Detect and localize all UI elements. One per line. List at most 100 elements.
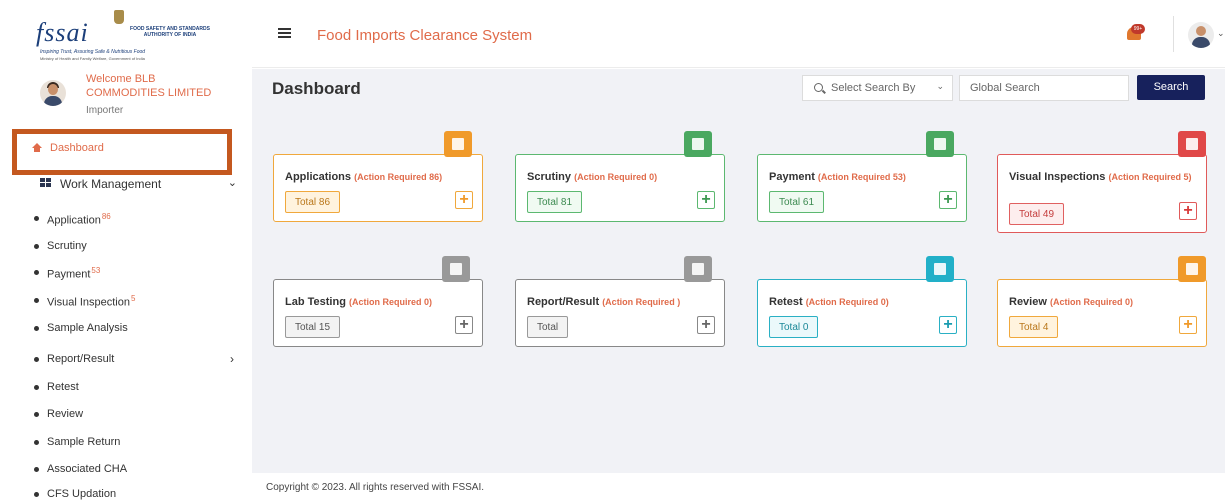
add-report-result-button[interactable]: +: [697, 316, 715, 334]
main-content: Dashboard Select Search By ⌄ Search Appl…: [252, 69, 1225, 473]
action-required: (Action Required 5): [1108, 172, 1192, 182]
card-lab-testing[interactable]: Lab Testing (Action Required 0) Total 15…: [273, 256, 483, 347]
sidebar-item-application[interactable]: Application86: [34, 210, 244, 228]
add-review-button[interactable]: +: [1179, 316, 1197, 334]
sidebar-item-work-management[interactable]: Work Management ⌄: [38, 174, 243, 194]
logo-wordmark: fssai: [36, 18, 89, 47]
action-required: (Action Required 86): [354, 172, 443, 182]
card-scrutiny[interactable]: Scrutiny (Action Required 0) Total 81 +: [515, 131, 725, 222]
card-retest[interactable]: Retest (Action Required 0) Total 0 +: [757, 256, 967, 347]
sidebar-item-label: Payment: [47, 268, 91, 281]
sidebar-item-label: Dashboard: [50, 142, 104, 154]
clipboard-icon: [926, 256, 954, 282]
emblem-icon: [114, 10, 124, 24]
card-applications[interactable]: Applications (Action Required 86) Total …: [273, 131, 483, 222]
count-badge: 53: [91, 266, 101, 275]
sidebar-item-label: Scrutiny: [47, 240, 87, 252]
sidebar-item-report-result[interactable]: Report/Result ›: [34, 351, 244, 369]
sidebar-item-label: Sample Analysis: [47, 322, 128, 334]
notification-badge: 99+: [1131, 24, 1145, 34]
gavel-icon: [1178, 256, 1206, 282]
card-title: Payment (Action Required 53): [769, 171, 906, 183]
card-total: Total 0: [769, 316, 819, 338]
sidebar-item-dashboard[interactable]: Dashboard: [12, 129, 232, 175]
add-payment-button[interactable]: +: [939, 191, 957, 209]
sidebar: fssai FOOD SAFETY AND STANDARDS AUTHORIT…: [0, 0, 252, 504]
hamburger-menu-icon[interactable]: [278, 28, 291, 39]
card-total: Total: [527, 316, 569, 338]
sidebar-item-visual-inspection[interactable]: Visual Inspection5: [34, 292, 244, 310]
card-title: Visual Inspections (Action Required 5): [1009, 171, 1192, 183]
sidebar-item-sample-analysis[interactable]: Sample Analysis: [34, 320, 244, 338]
action-required: (Action Required 0): [805, 297, 889, 307]
logo-tagline: Inspiring Trust, Assuring Safe & Nutriti…: [40, 49, 146, 55]
action-required: (Action Required ): [602, 297, 681, 307]
user-role: Importer: [86, 105, 124, 116]
chevron-down-icon: ⌄: [227, 177, 237, 189]
sidebar-item-payment[interactable]: Payment53: [34, 264, 244, 282]
bullet-icon: [34, 412, 39, 417]
action-required: (Action Required 0): [348, 297, 432, 307]
page-title: Dashboard: [272, 79, 361, 98]
user-info: Welcome BLB COMMODITIES LIMITED Importer: [38, 70, 238, 126]
profile-avatar[interactable]: [1188, 22, 1214, 48]
eye-icon: [684, 131, 712, 157]
card-title: Report/Result (Action Required ): [527, 296, 681, 308]
add-retest-button[interactable]: +: [939, 316, 957, 334]
sidebar-item-label: Associated CHA: [47, 463, 128, 475]
card-visual-inspections[interactable]: Visual Inspections (Action Required 5) T…: [997, 131, 1207, 233]
action-required: (Action Required 0): [1049, 297, 1133, 307]
sidebar-item-retest[interactable]: Retest: [34, 379, 244, 397]
sidebar-item-label: Retest: [47, 381, 79, 393]
header-divider: [1173, 16, 1174, 52]
card-title: Scrutiny (Action Required 0): [527, 171, 658, 183]
sidebar-item-cfs-updation[interactable]: CFS Updation: [34, 486, 244, 504]
card-total: Total 61: [769, 191, 825, 213]
sidebar-item-review[interactable]: Review: [34, 406, 244, 424]
welcome-text: Welcome BLB COMMODITIES LIMITED: [86, 73, 212, 99]
add-visual-inspection-button[interactable]: +: [1179, 202, 1197, 220]
notification-bell-icon[interactable]: 99+: [1125, 24, 1145, 42]
logo-authority: FOOD SAFETY AND STANDARDS AUTHORITY OF I…: [130, 26, 210, 38]
sidebar-item-associated-cha[interactable]: Associated CHA: [34, 461, 244, 479]
document-icon: [444, 131, 472, 157]
chevron-down-icon[interactable]: ⌄: [1217, 28, 1225, 39]
action-required: (Action Required 53): [817, 172, 906, 182]
wallet-icon: [926, 131, 954, 157]
card-review[interactable]: Review (Action Required 0) Total 4 +: [997, 256, 1207, 347]
bullet-icon: [34, 492, 39, 497]
bullet-icon: [34, 216, 39, 221]
inspection-icon: [1178, 131, 1206, 157]
fssai-logo[interactable]: fssai FOOD SAFETY AND STANDARDS AUTHORIT…: [36, 10, 236, 62]
sidebar-item-label: CFS Updation: [47, 488, 117, 500]
app-title: Food Imports Clearance System: [317, 27, 533, 44]
copyright-text: Copyright © 2023. All rights reserved wi…: [266, 482, 485, 493]
card-total: Total 81: [527, 191, 583, 213]
sidebar-item-scrutiny[interactable]: Scrutiny: [34, 238, 244, 256]
card-report-result[interactable]: Report/Result (Action Required ) Total +: [515, 256, 725, 347]
chevron-right-icon: ›: [230, 352, 234, 366]
add-application-button[interactable]: +: [455, 191, 473, 209]
card-total: Total 49: [1009, 203, 1065, 225]
search-button[interactable]: Search: [1137, 75, 1205, 100]
sidebar-item-label: Visual Inspection: [47, 296, 130, 309]
sidebar-item-label: Sample Return: [47, 436, 121, 448]
count-badge: 86: [101, 212, 111, 221]
bullet-icon: [34, 385, 39, 390]
card-title: Lab Testing (Action Required 0): [285, 296, 432, 308]
bullet-icon: [34, 298, 39, 303]
add-scrutiny-button[interactable]: +: [697, 191, 715, 209]
sidebar-item-sample-return[interactable]: Sample Return: [34, 434, 244, 452]
bullet-icon: [34, 357, 39, 362]
bullet-icon: [34, 440, 39, 445]
top-header: Food Imports Clearance System 99+ ⌄: [252, 0, 1225, 68]
bullet-icon: [34, 244, 39, 249]
add-lab-testing-button[interactable]: +: [455, 316, 473, 334]
search-by-select[interactable]: Select Search By ⌄: [802, 75, 953, 101]
card-payment[interactable]: Payment (Action Required 53) Total 61 +: [757, 131, 967, 222]
global-search-input[interactable]: [959, 75, 1129, 101]
bullet-icon: [34, 270, 39, 275]
action-required: (Action Required 0): [574, 172, 658, 182]
card-total: Total 4: [1009, 316, 1059, 338]
card-title: Retest (Action Required 0): [769, 296, 889, 308]
